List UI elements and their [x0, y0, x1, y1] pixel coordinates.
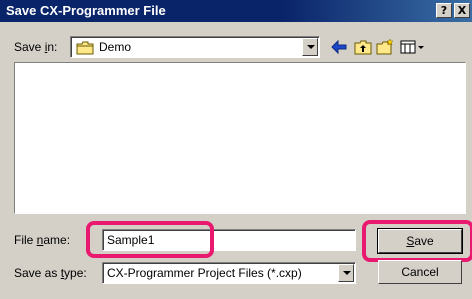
save-in-dropdown[interactable]: Demo: [70, 36, 320, 58]
folder-icon: [76, 41, 94, 55]
save-dialog: Save CX-Programmer File ? X Save in: Dem…: [0, 0, 472, 299]
file-name-label: File name:: [14, 233, 71, 247]
file-name-highlight: [86, 221, 214, 258]
save-as-type-label: Save as type:: [14, 266, 87, 280]
save-button-highlight: [362, 220, 472, 262]
close-button[interactable]: X: [454, 3, 470, 18]
up-folder-icon[interactable]: [354, 38, 372, 56]
cancel-button[interactable]: Cancel: [378, 260, 462, 284]
window-title: Save CX-Programmer File: [6, 3, 166, 18]
save-in-value: Demo: [99, 40, 132, 54]
help-button[interactable]: ?: [436, 3, 452, 18]
title-bar[interactable]: Save CX-Programmer File ? X: [0, 0, 472, 22]
new-folder-icon[interactable]: [376, 38, 394, 56]
save-as-type-value: CX-Programmer Project Files (*.cxp): [107, 266, 302, 280]
chevron-down-icon[interactable]: [338, 264, 354, 282]
file-list-area[interactable]: [14, 62, 466, 214]
back-arrow-icon[interactable]: [330, 38, 348, 56]
view-menu-icon[interactable]: [400, 38, 426, 56]
save-in-label: Save in:: [14, 40, 58, 54]
chevron-down-icon[interactable]: [302, 38, 318, 56]
save-as-type-dropdown[interactable]: CX-Programmer Project Files (*.cxp): [102, 262, 356, 284]
